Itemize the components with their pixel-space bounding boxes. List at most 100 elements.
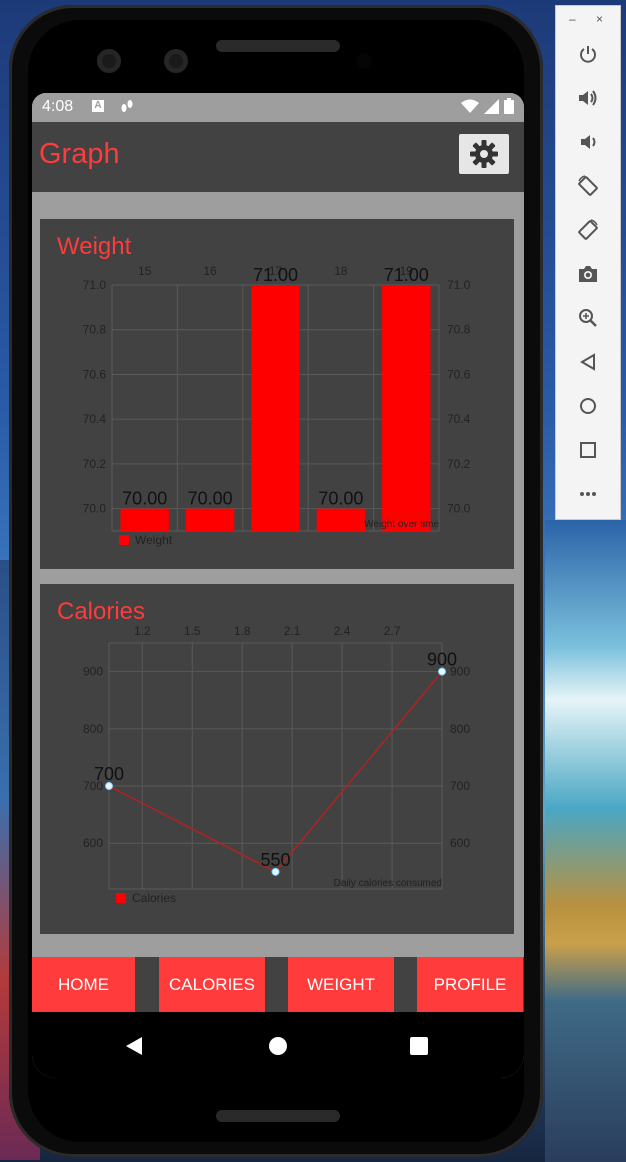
camera-icon [579, 266, 597, 282]
front-camera-right [164, 49, 188, 73]
wifi-icon [460, 99, 479, 113]
weight-y-tick-left: 70.8 [83, 323, 107, 337]
weight-bar-value-label: 71.00 [253, 265, 298, 285]
weight-bar [316, 508, 366, 531]
volume-up-icon [579, 90, 597, 106]
cal-x-tick: 2.7 [384, 624, 401, 638]
weight-y-tick-right: 70.2 [447, 457, 471, 471]
home-button-emulator[interactable] [568, 388, 608, 424]
back-triangle-icon[interactable] [125, 1036, 143, 1056]
weight-y-tick-right: 70.0 [447, 502, 471, 516]
cal-y-tick-right: 800 [450, 722, 470, 736]
weight-legend-swatch [119, 535, 129, 545]
cal-x-tick: 1.2 [134, 624, 151, 638]
calories-chart-description: Daily calories consumed [334, 878, 442, 889]
cal-y-tick-right: 600 [450, 836, 470, 850]
zoom-button[interactable] [568, 300, 608, 336]
weight-card-title: Weight [57, 233, 132, 260]
sim-icon: A [92, 100, 104, 112]
back-icon [580, 353, 595, 371]
weight-y-tick-left: 70.0 [83, 502, 107, 516]
weight-x-tick: 15 [138, 264, 152, 278]
cal-y-tick-left: 800 [83, 722, 103, 736]
weight-y-tick-left: 70.2 [83, 457, 107, 471]
weight-bar-value-label: 70.00 [318, 489, 363, 509]
emulator-toolbar: – × [555, 5, 621, 520]
calories-value-label: 550 [260, 850, 290, 870]
weight-x-tick: 16 [203, 264, 217, 278]
rotate-left-icon [578, 175, 598, 196]
weight-chart-description: Weight over time [364, 519, 439, 530]
bottom-speaker [216, 1110, 340, 1122]
calories-legend-label: Calories [132, 891, 176, 905]
volume-down-button[interactable] [568, 124, 608, 160]
walk-icon [120, 98, 134, 118]
calories-card-title: Calories [57, 598, 146, 625]
weight-legend-label: Weight [135, 533, 173, 547]
calories-chart[interactable]: 1.2 1.5 1.8 2.1 2.4 2.7 600 600 700 700 800 800 900 9… [40, 584, 514, 934]
status-time: 4:08 [42, 98, 74, 115]
rotate-right-icon [578, 219, 598, 240]
weight-button[interactable]: WEIGHT [288, 957, 394, 1012]
cal-x-tick: 2.1 [284, 624, 301, 638]
home-button[interactable]: HOME [32, 957, 135, 1012]
screenshot-button[interactable] [568, 256, 608, 292]
more-button[interactable] [568, 476, 608, 512]
power-icon [580, 46, 596, 63]
more-icon [580, 492, 596, 496]
power-button[interactable] [568, 36, 608, 72]
weight-chart[interactable]: 70.0 70.0 70.2 70.2 70.4 70.4 70.6 70.6 70.8 70.8… [40, 219, 514, 569]
recents-square-icon[interactable] [410, 1037, 428, 1055]
rotate-right-button[interactable] [568, 212, 608, 248]
calories-value-label: 900 [427, 650, 457, 670]
weight-y-tick-left: 70.4 [83, 412, 107, 426]
proximity-sensor [356, 53, 372, 69]
cal-x-tick: 1.8 [234, 624, 251, 638]
weight-y-tick-right: 70.8 [447, 323, 471, 337]
weight-bar [251, 285, 300, 531]
rotate-left-button[interactable] [568, 168, 608, 204]
status-right-icons [460, 98, 514, 118]
weight-x-tick: 18 [334, 264, 348, 278]
signal-icon [483, 99, 499, 114]
settings-button[interactable] [459, 134, 509, 174]
weight-y-tick-left: 70.6 [83, 367, 107, 381]
weight-y-tick-right: 70.4 [447, 412, 471, 426]
cal-x-tick: 1.5 [184, 624, 201, 638]
calories-card: 1.2 1.5 1.8 2.1 2.4 2.7 600 600 700 700 800 800 900 9… [40, 584, 514, 934]
weight-bar [120, 508, 169, 531]
gear-icon [470, 140, 498, 168]
back-button[interactable] [568, 344, 608, 380]
status-bar: 4:08 A [32, 93, 524, 122]
overview-icon [580, 442, 596, 458]
cal-x-tick: 2.4 [334, 624, 351, 638]
weight-y-tick-right: 71.0 [447, 278, 471, 292]
weight-bar-value-label: 70.00 [122, 489, 167, 509]
front-camera-left [97, 49, 121, 73]
calories-legend-swatch [116, 893, 126, 903]
battery-icon [504, 98, 514, 114]
calories-button[interactable]: CALORIES [159, 957, 265, 1012]
bottom-nav: HOME CALORIES WEIGHT PROFILE [32, 957, 524, 1012]
app-bar: Graph [32, 122, 524, 192]
system-nav-bar [32, 1012, 524, 1078]
volume-down-icon [581, 135, 596, 149]
weight-bar-value-label: 71.00 [384, 265, 429, 285]
profile-button[interactable]: PROFILE [417, 957, 523, 1012]
phone-screen: 4:08 A Graph 70.0 70.0 70.2 70.2 70.4 70… [32, 93, 524, 1078]
weight-bar [185, 508, 235, 531]
weight-y-tick-right: 70.6 [447, 367, 471, 381]
volume-up-button[interactable] [568, 80, 608, 116]
home-circle-icon[interactable] [268, 1036, 288, 1056]
top-speaker [216, 40, 340, 52]
page-title: Graph [39, 138, 120, 170]
cal-y-tick-left: 900 [83, 665, 103, 679]
weight-bar-value-label: 70.00 [188, 489, 233, 509]
weight-card: 70.0 70.0 70.2 70.2 70.4 70.4 70.6 70.6 70.8 70.8… [40, 219, 514, 569]
close-button[interactable]: × [596, 12, 626, 26]
calories-value-label: 700 [94, 764, 124, 784]
overview-button[interactable] [568, 432, 608, 468]
cal-y-tick-left: 600 [83, 836, 103, 850]
zoom-icon [579, 309, 597, 327]
cal-y-tick-right: 700 [450, 779, 470, 793]
